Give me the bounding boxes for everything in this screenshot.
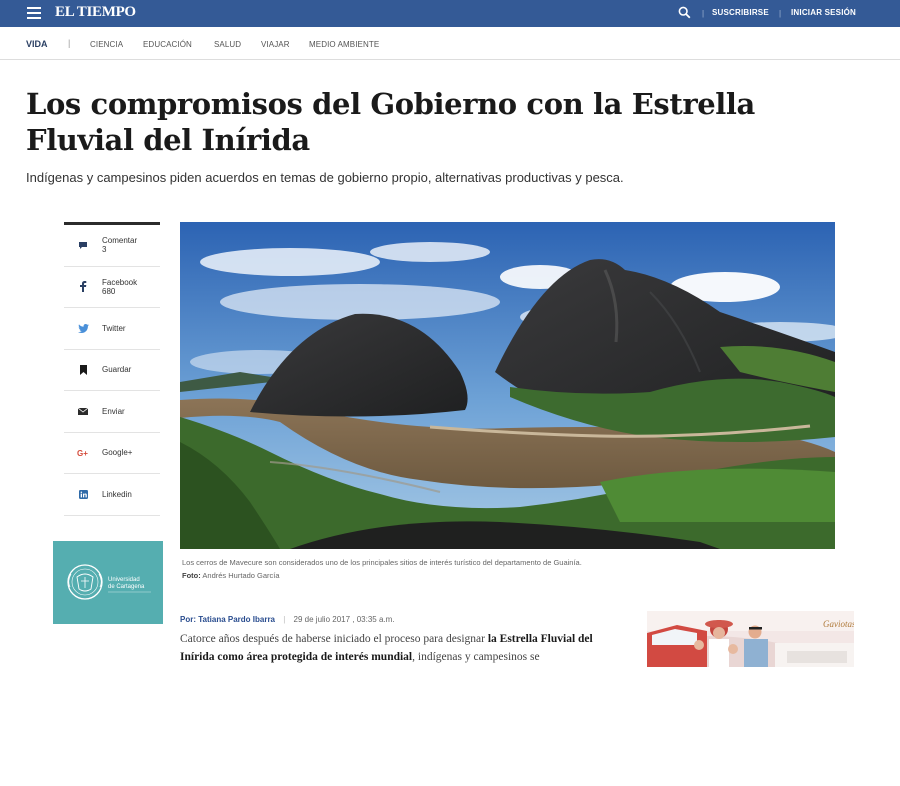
section-nav: VIDA | CIENCIA EDUCACIÓN SALUD VIAJAR ME…	[0, 27, 900, 60]
google-plus-icon: G+	[77, 449, 88, 457]
share-label: Twitter	[102, 323, 126, 333]
share-count: 3	[102, 245, 107, 255]
share-label: Google+	[102, 448, 133, 458]
byline-prefix: Por:	[180, 615, 196, 624]
share-label: Comentar	[102, 236, 138, 246]
byline-divider: |	[283, 615, 286, 624]
share-googleplus-button[interactable]: G+ Google+	[64, 433, 160, 474]
share-save-button[interactable]: Guardar	[64, 350, 160, 391]
university-seal-logo: Universidad de Cartagena	[67, 564, 151, 600]
photo-caption: Los cerros de Mavecure son considerados …	[182, 558, 582, 567]
comment-icon	[79, 241, 87, 249]
article-main-photo	[180, 222, 835, 549]
share-label: Guardar	[102, 365, 132, 375]
share-comment-button[interactable]: Comentar 3	[64, 225, 160, 267]
nav-item-ciencia[interactable]: CIENCIA	[90, 40, 123, 49]
share-count: 680	[102, 286, 116, 296]
share-twitter-button[interactable]: Twitter	[64, 308, 160, 350]
section-divider: |	[68, 38, 71, 48]
svg-text:G+: G+	[77, 449, 88, 457]
advertisement-banner[interactable]: Gaviotas	[647, 611, 854, 667]
promo-line1: Universidad	[108, 577, 140, 583]
article-subtitle: Indígenas y campesinos piden acuerdos en…	[26, 170, 624, 185]
share-facebook-button[interactable]: Facebook 680	[64, 267, 160, 308]
ad-brand: Gaviotas	[823, 619, 854, 629]
nav-item-viajar[interactable]: VIAJAR	[261, 40, 290, 49]
nav-item-medio-ambiente[interactable]: MEDIO AMBIENTE	[309, 40, 379, 49]
top-bar: EL TIEMPO | SUSCRIBIRSE | INICIAR SESIÓN	[0, 0, 900, 27]
share-label: Linkedin	[102, 489, 132, 499]
body-text-start: Catorce años después de haberse iniciado…	[180, 633, 488, 645]
share-linkedin-button[interactable]: Linkedin	[64, 474, 160, 516]
share-email-button[interactable]: Enviar	[64, 391, 160, 433]
site-logo[interactable]: EL TIEMPO	[55, 4, 136, 21]
login-link[interactable]: INICIAR SESIÓN	[791, 8, 856, 17]
subscribe-link[interactable]: SUSCRIBIRSE	[712, 8, 769, 17]
article-byline: Por: Tatiana Pardo Ibarra | 29 de julio …	[180, 615, 395, 624]
promo-line2: de Cartagena	[108, 584, 145, 590]
article-title: Los compromisos del Gobierno con la Estr…	[26, 87, 755, 157]
linkedin-icon	[78, 489, 88, 499]
bookmark-icon	[79, 364, 87, 375]
twitter-icon	[77, 323, 89, 333]
section-title[interactable]: VIDA	[26, 39, 48, 49]
share-sidebar: Comentar 3 Facebook 680 Twitter Guardar En…	[64, 222, 160, 516]
article-body: Catorce años después de haberse iniciado…	[180, 630, 630, 666]
photo-credit-name: Andrés Hurtado García	[202, 571, 280, 580]
facebook-icon	[80, 281, 87, 293]
share-label: Enviar	[102, 406, 125, 416]
envelope-icon	[78, 407, 88, 415]
article-date: 29 de julio 2017 , 03:35 a.m.	[293, 615, 395, 624]
hamburger-menu-icon[interactable]	[27, 7, 41, 19]
search-icon[interactable]	[678, 6, 691, 19]
university-promo[interactable]: Universidad de Cartagena	[53, 541, 163, 624]
top-separator: |	[702, 9, 705, 18]
nav-item-salud[interactable]: SALUD	[214, 40, 241, 49]
share-label: Facebook	[102, 277, 138, 287]
author-link[interactable]: Tatiana Pardo Ibarra	[198, 615, 275, 624]
photo-credit: Foto: Andrés Hurtado García	[182, 571, 280, 580]
body-text-end: , indígenas y campesinos se	[412, 651, 540, 663]
nav-item-educacion[interactable]: EDUCACIÓN	[143, 40, 192, 49]
top-separator: |	[779, 9, 782, 18]
photo-credit-label: Foto:	[182, 571, 201, 580]
